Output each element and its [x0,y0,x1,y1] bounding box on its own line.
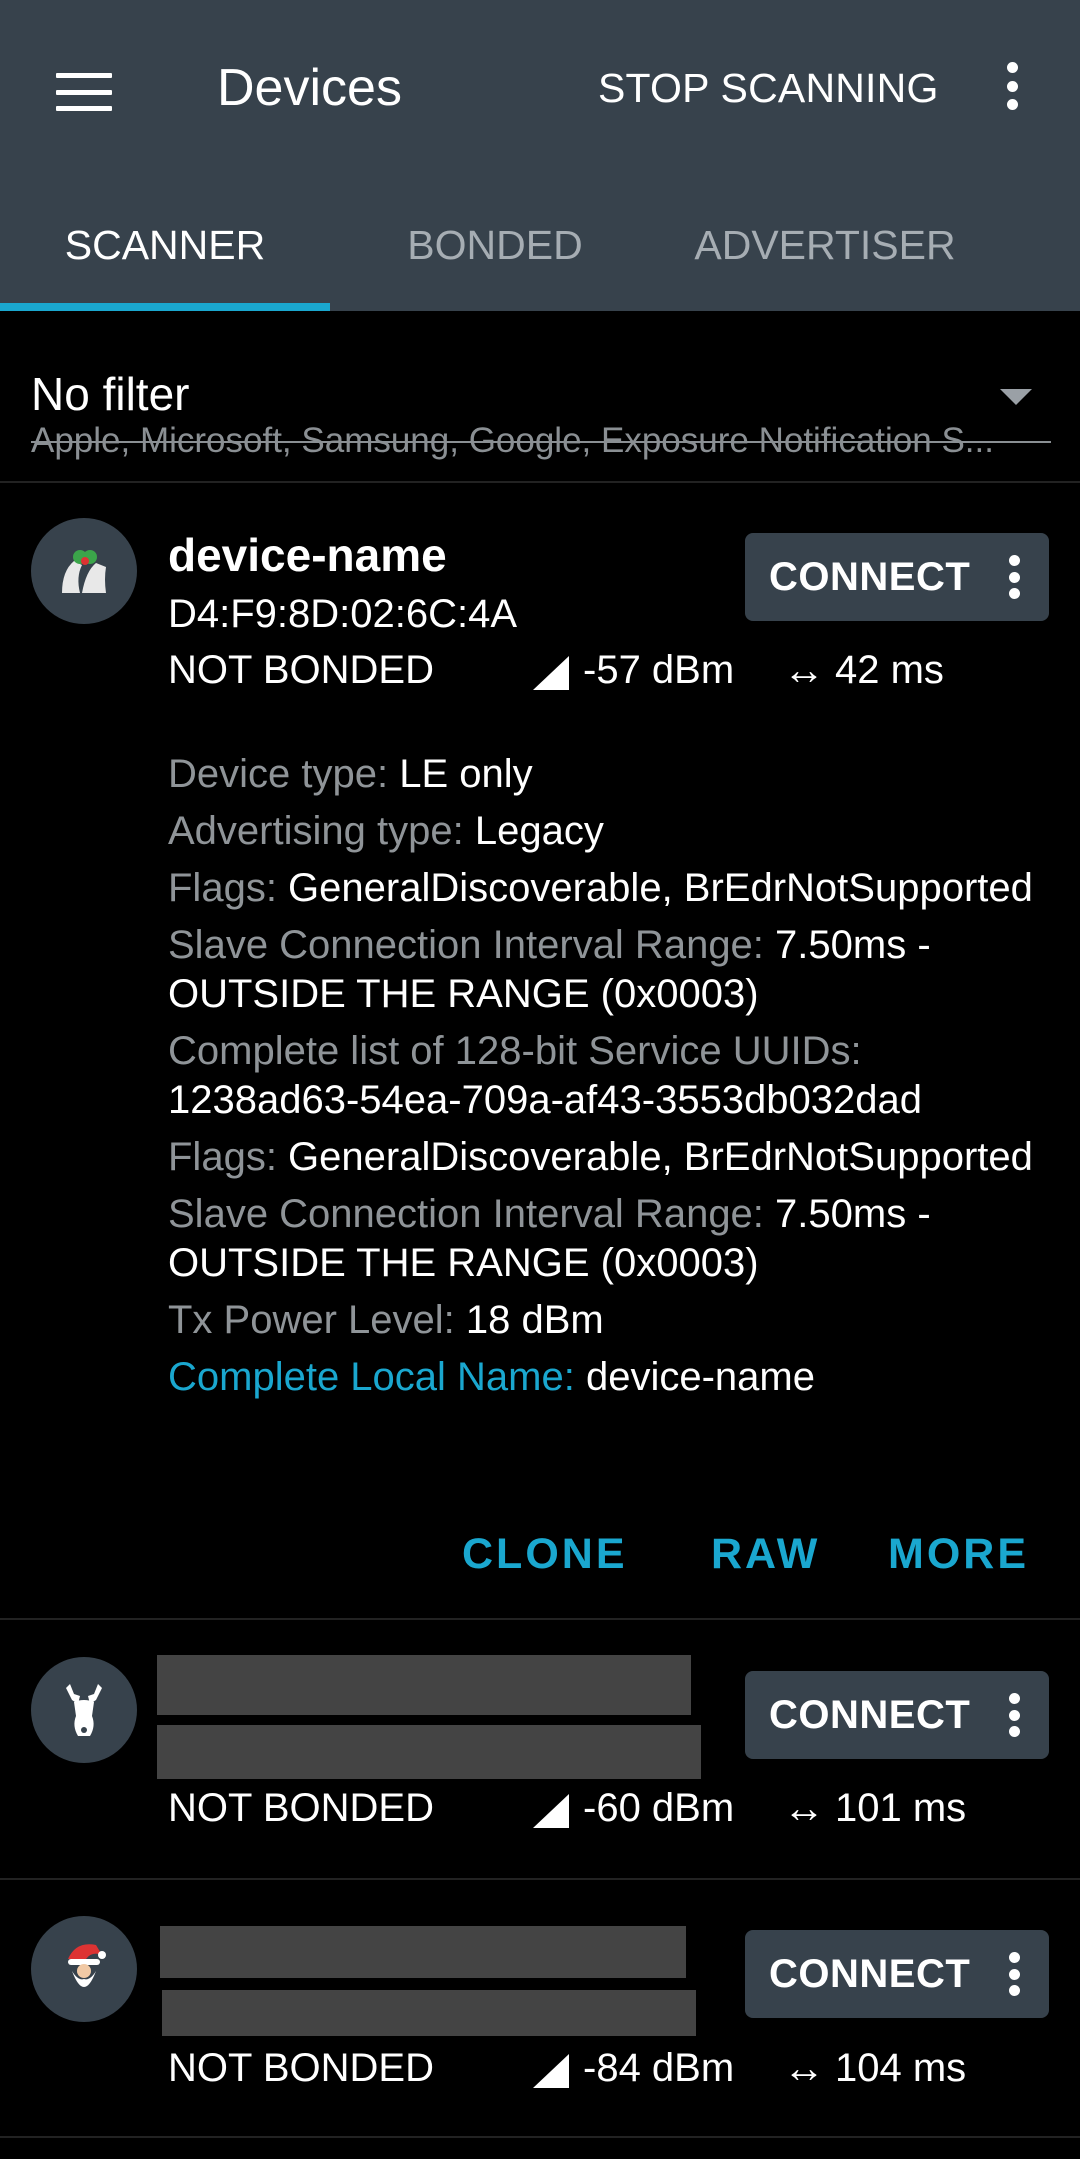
clone-button[interactable]: CLONE [462,1530,628,1579]
detail-flags: Flags: GeneralDiscoverable, BrEdrNotSupp… [168,866,1033,910]
page-title: Devices [217,59,402,117]
filter-subtitle: Apple, Microsoft, Samsung, Google, Expos… [31,421,1051,461]
detail-advertising-type: Advertising type: Legacy [168,809,604,853]
signal-strength-icon [533,2054,569,2088]
advertising-interval: 104 ms [835,2046,967,2090]
santa-icon [31,1916,137,2022]
rssi-value: -84 dBm [583,2046,735,2090]
signal-strength-icon [533,656,569,690]
raw-button[interactable]: RAW [711,1530,820,1579]
reindeer-icon [31,1657,137,1763]
more-button[interactable]: MORE [888,1530,1029,1579]
detail-tx-power: Tx Power Level: 18 dBm [168,1298,604,1342]
device-status-row: NOT BONDED -84 dBm ↔ 104 ms [168,2044,1048,2096]
bells-icon [31,518,137,624]
redacted-device-address [162,1990,696,2036]
advertising-details: Device type: LE only Advertising type: L… [168,750,1048,1410]
stop-scanning-button[interactable]: STOP SCANNING [598,60,946,116]
device-menu-icon[interactable] [999,1691,1029,1739]
detail-slave-interval: Slave Connection Interval Range: 7.50ms … [168,923,931,1016]
divider [0,2136,1080,2138]
menu-icon[interactable] [42,50,126,134]
tab-advertiser[interactable]: ADVERTISER [660,200,990,290]
device-status-row: NOT BONDED -60 dBm ↔ 101 ms [168,1784,1048,1836]
device-menu-icon[interactable] [999,1950,1029,1998]
interval-arrows-icon: ↔ [783,1784,825,1831]
signal-strength-icon [533,1794,569,1828]
divider [0,1618,1080,1620]
interval-arrows-icon: ↔ [783,646,825,693]
detail-slave-interval-2: Slave Connection Interval Range: 7.50ms … [168,1192,931,1285]
connect-label: CONNECT [769,1952,971,1996]
rssi-value: -60 dBm [583,1786,735,1830]
app-bar: Devices STOP SCANNING SCANNER BONDED ADV… [0,0,1080,311]
bond-state: NOT BONDED [168,2046,434,2090]
interval-arrows-icon: ↔ [783,2044,825,2091]
connect-label: CONNECT [769,1693,971,1737]
connect-button[interactable]: CONNECT [745,533,1049,621]
detail-local-name: Complete Local Name: device-name [168,1355,815,1399]
device-status-row: NOT BONDED -57 dBm ↔ 42 ms [168,646,1048,698]
connect-button[interactable]: CONNECT [745,1671,1049,1759]
bond-state: NOT BONDED [168,648,434,692]
overflow-menu-icon[interactable] [990,54,1034,118]
tab-scanner[interactable]: SCANNER [0,200,330,290]
connect-label: CONNECT [769,555,971,599]
divider [0,1878,1080,1880]
redacted-device-name [160,1926,686,1978]
filter-title: No filter [31,368,190,420]
device-address: D4:F9:8D:02:6C:4A [168,592,518,636]
filter-bar[interactable]: No filter Apple, Microsoft, Samsung, Goo… [0,311,1080,483]
redacted-device-address [157,1725,701,1779]
advertising-interval: 42 ms [835,648,944,692]
detail-device-type: Device type: LE only [168,752,533,796]
device-name: device-name [168,529,447,581]
device-menu-icon[interactable] [999,553,1029,601]
bond-state: NOT BONDED [168,1786,434,1830]
connect-button[interactable]: CONNECT [745,1930,1049,2018]
tab-indicator [0,303,330,311]
rssi-value: -57 dBm [583,648,735,692]
advertising-interval: 101 ms [835,1786,967,1830]
redacted-device-name [157,1655,691,1715]
tab-bonded[interactable]: BONDED [330,200,660,290]
detail-service-uuids: Complete list of 128-bit Service UUIDs: … [168,1029,923,1122]
detail-flags-2: Flags: GeneralDiscoverable, BrEdrNotSupp… [168,1135,1033,1179]
dropdown-arrow-icon[interactable] [1000,389,1032,405]
